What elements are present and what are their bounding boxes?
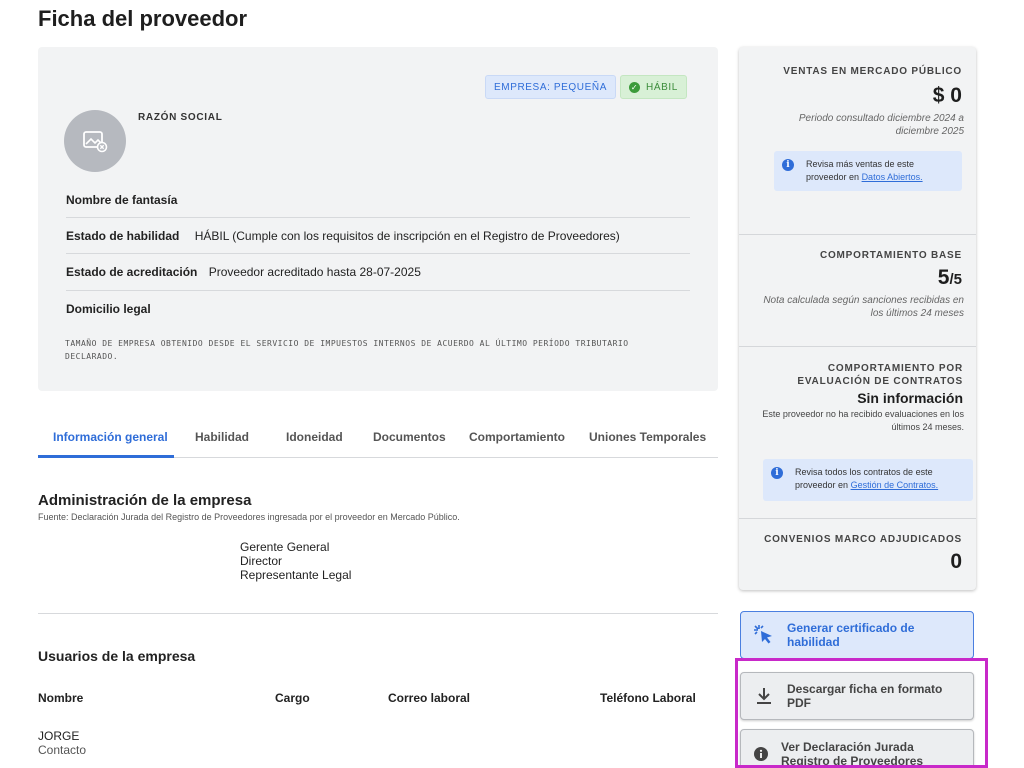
admin-source-note: Fuente: Declaración Jurada del Registro … xyxy=(38,512,460,522)
company-size-badge: EMPRESA: PEQUEÑA xyxy=(485,75,616,99)
status-badge: ✓ HÁBIL xyxy=(620,75,687,99)
tab-documentos[interactable]: Documentos xyxy=(373,430,446,444)
image-placeholder-icon xyxy=(83,131,108,153)
company-size-note: TAMAÑO DE EMPRESA OBTENIDO DESDE EL SERV… xyxy=(65,339,629,361)
divider xyxy=(66,217,690,218)
ventas-title: VENTAS EN MERCADO PÚBLICO xyxy=(783,66,962,77)
convenios-value: 0 xyxy=(950,550,962,573)
admin-section-title: Administración de la empresa xyxy=(38,492,252,509)
base-score-value: 5 xyxy=(937,266,950,289)
field-estado-acreditacion: Estado de acreditación Proveedor acredit… xyxy=(66,265,690,279)
field-nombre-fantasia: Nombre de fantasía xyxy=(66,193,690,207)
eval-info-box: i Revisa todos los contratos de este pro… xyxy=(763,459,973,501)
tab-habilidad[interactable]: Habilidad xyxy=(195,430,249,444)
eval-title: COMPORTAMIENTO POR EVALUACIÓN DE CONTRAT… xyxy=(797,363,963,387)
highlight-box xyxy=(735,658,988,768)
tab-uniones-temporales[interactable]: Uniones Temporales xyxy=(589,430,706,444)
info-icon: i xyxy=(782,159,794,171)
razon-social-label: RAZÓN SOCIAL xyxy=(138,112,223,123)
base-score: 5/5 xyxy=(750,266,962,290)
role-item: Representante Legal xyxy=(240,568,352,582)
eval-note: Este proveedor no ha recibido evaluacion… xyxy=(762,409,964,432)
field-label: Domicilio legal xyxy=(66,302,151,316)
column-header-telefono: Teléfono Laboral xyxy=(600,691,696,705)
tab-informacion-general[interactable]: Información general xyxy=(53,430,168,444)
role-item: Gerente General xyxy=(240,540,330,554)
tab-idoneidad[interactable]: Idoneidad xyxy=(286,430,343,444)
tab-comportamiento[interactable]: Comportamiento xyxy=(469,430,565,444)
ventas-info-text: Revisa más ventas de este proveedor en D… xyxy=(806,158,954,184)
page-title: Ficha del proveedor xyxy=(38,6,248,31)
column-header-cargo: Cargo xyxy=(275,691,310,705)
status-badge-label: HÁBIL xyxy=(646,81,678,93)
field-value: HÁBIL (Cumple con los requisitos de insc… xyxy=(194,229,620,243)
field-value: Proveedor acreditado hasta 28-07-2025 xyxy=(208,265,421,279)
users-section-title: Usuarios de la empresa xyxy=(38,648,196,664)
panel-divider xyxy=(739,346,976,347)
panel-divider xyxy=(739,518,976,519)
field-label: Nombre de fantasía xyxy=(66,193,178,207)
convenios-title: CONVENIOS MARCO ADJUDICADOS xyxy=(764,534,962,545)
role-item: Director xyxy=(240,554,283,568)
check-circle-icon: ✓ xyxy=(629,81,640,93)
field-label: Estado de acreditación xyxy=(66,265,198,279)
user-role: Contacto xyxy=(38,743,87,757)
eval-info-text: Revisa todos los contratos de este prove… xyxy=(795,466,965,492)
generate-certificate-button[interactable]: Generar certificado de habilidad xyxy=(740,611,974,659)
base-title: COMPORTAMIENTO BASE xyxy=(819,250,962,261)
admin-roles-list: Gerente General Director Representante L… xyxy=(240,540,351,582)
panel-divider xyxy=(739,234,976,235)
section-divider xyxy=(38,613,718,614)
active-tab-indicator xyxy=(38,455,174,458)
user-name: JORGE xyxy=(38,729,80,743)
info-icon: i xyxy=(771,467,783,479)
field-estado-habilidad: Estado de habilidad HÁBIL (Cumple con lo… xyxy=(66,229,690,243)
ventas-amount: $ 0 xyxy=(932,84,962,107)
column-header-nombre: Nombre xyxy=(38,691,84,705)
generate-certificate-label: Generar certificado de habilidad xyxy=(787,621,915,649)
field-domicilio-legal: Domicilio legal xyxy=(66,302,690,316)
field-label: Estado de habilidad xyxy=(66,229,180,243)
base-note: Nota calculada según sanciones recibidas… xyxy=(763,295,964,319)
datos-abiertos-link[interactable]: Datos Abiertos. xyxy=(862,172,923,182)
divider xyxy=(66,253,690,254)
gestion-contratos-link[interactable]: Gestión de Contratos. xyxy=(851,480,939,490)
avatar xyxy=(64,110,126,172)
ventas-period: Periodo consultado diciembre 2024 a dici… xyxy=(798,113,964,137)
provider-summary-card: EMPRESA: PEQUEÑA ✓ HÁBIL RAZÓN SOCIAL No… xyxy=(38,47,718,391)
click-cursor-icon xyxy=(741,623,787,647)
base-score-max: /5 xyxy=(949,271,962,288)
eval-value: Sin información xyxy=(857,390,963,406)
column-header-correo: Correo laboral xyxy=(388,691,471,705)
ventas-info-box: i Revisa más ventas de este proveedor en… xyxy=(774,151,962,191)
divider xyxy=(66,290,690,291)
